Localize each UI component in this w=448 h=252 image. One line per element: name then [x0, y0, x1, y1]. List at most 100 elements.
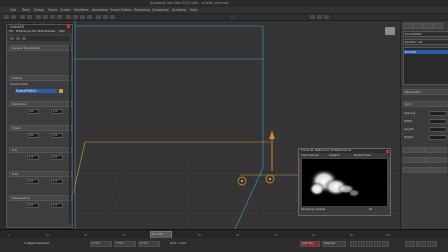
menu-graph-editors[interactable]: Graph Editors	[110, 8, 132, 12]
orbit-icon[interactable]	[427, 241, 437, 247]
selected-item[interactable]: FumeFX001	[15, 89, 57, 93]
material-editor-icon[interactable]	[96, 15, 101, 19]
cmd-section-grid[interactable]: Grid	[403, 101, 448, 107]
y-field[interactable]: Y: 0.0	[114, 241, 136, 247]
motion-tab-icon[interactable]	[433, 23, 443, 29]
undo-icon[interactable]	[4, 15, 9, 19]
named-selection-field[interactable]	[230, 15, 235, 19]
z-field[interactable]: Z: 0.0	[138, 241, 160, 247]
cmd-button-4[interactable]	[425, 157, 447, 163]
param-field-7[interactable]: 0.0	[27, 179, 39, 184]
section-temperature[interactable]: Temperature	[9, 195, 72, 201]
param-field-8[interactable]: 1.0	[51, 179, 63, 184]
zoom-icon[interactable]	[405, 241, 415, 247]
fumefx-menu-file[interactable]: File	[9, 30, 13, 34]
render-icon[interactable]	[110, 15, 115, 19]
param-field-3[interactable]: 0.0	[27, 133, 39, 138]
layer-icon[interactable]	[310, 15, 315, 19]
menu-rendering[interactable]: Rendering	[134, 8, 150, 12]
move-icon[interactable]	[43, 15, 48, 19]
section-fuel[interactable]: Fuel	[9, 171, 72, 177]
cmd-section-grid-label: Grid	[405, 102, 411, 106]
snap-icon[interactable]	[66, 15, 71, 19]
preview-icon[interactable]	[22, 37, 26, 40]
curve-editor-icon[interactable]	[317, 15, 322, 19]
modifier-stack-item[interactable]: FumeFX	[404, 50, 448, 54]
menu-views[interactable]: Views	[48, 8, 57, 12]
play-icon[interactable]	[366, 241, 373, 247]
spacing-field[interactable]	[429, 111, 447, 116]
modifier-stack[interactable]: FumeFX	[403, 47, 448, 85]
menu-customize[interactable]: Customize	[152, 8, 169, 12]
mirror-icon[interactable]	[80, 15, 85, 19]
next-frame-icon[interactable]	[374, 241, 381, 247]
hierarchy-tab-icon[interactable]	[423, 23, 433, 29]
param-field-10[interactable]: 1.0	[51, 203, 63, 208]
param-field-4[interactable]: 0.5	[51, 133, 63, 138]
render-preset-dropdown[interactable]: Render Preset	[354, 154, 371, 158]
cmd-button-2[interactable]	[425, 147, 447, 153]
object-name-field[interactable]: FumeFX001	[403, 31, 448, 37]
fumefx-menu-sim-mode[interactable]: Sim Mode	[32, 30, 45, 34]
menu-scripting[interactable]: Scripting	[172, 8, 186, 12]
menu-modifiers[interactable]: Modifiers	[74, 8, 89, 12]
unlink-icon[interactable]	[27, 15, 32, 19]
menu-help[interactable]: Help	[190, 8, 197, 12]
modify-tab-icon[interactable]	[413, 23, 423, 29]
section-output[interactable]: Output	[9, 75, 72, 81]
menu-animation[interactable]: Animation	[92, 8, 108, 12]
time-slider-label: 40 / 100	[152, 233, 163, 236]
param-field-2[interactable]: 1.0	[51, 109, 63, 114]
cmd-section-parameters[interactable]: Parameters	[403, 89, 448, 95]
width-field[interactable]	[429, 119, 447, 124]
menu-create[interactable]: Create	[60, 8, 71, 12]
angle-snap-icon[interactable]	[73, 15, 78, 19]
param-field-9[interactable]: 0.0	[27, 203, 39, 208]
go-to-start-icon[interactable]	[350, 241, 357, 247]
output-path-label: Output Path	[10, 82, 28, 86]
x-field[interactable]: X: 0.0	[90, 241, 112, 247]
panel-scrollbar[interactable]	[69, 45, 71, 223]
section-simulation[interactable]: Simulation	[9, 101, 72, 107]
schematic-icon[interactable]	[324, 15, 329, 19]
section-simulation-label: Simulation	[12, 102, 27, 106]
fumefx-menu-preferences[interactable]: Preferences	[16, 30, 31, 34]
viewport-dropdown[interactable]: Viewport	[329, 154, 340, 158]
redo-icon[interactable]	[11, 15, 16, 19]
param-field-1[interactable]: 0.0	[27, 109, 39, 114]
fumefx-menu-preview[interactable]: Preview	[45, 30, 55, 34]
rotate-icon[interactable]	[50, 15, 55, 19]
area-to-render-dropdown[interactable]: Area to Render	[301, 154, 319, 158]
length-field[interactable]	[429, 127, 447, 132]
render-setup-icon[interactable]	[103, 15, 108, 19]
cmd-button-3[interactable]	[403, 157, 425, 163]
key-filter-dropdown[interactable]: Selected	[322, 241, 346, 247]
go-to-end-icon[interactable]	[382, 241, 389, 247]
start-sim-icon[interactable]	[10, 37, 14, 40]
cmd-button-5[interactable]	[403, 167, 447, 173]
menu-tools[interactable]: Tools	[22, 8, 30, 12]
section-output-label: Output	[12, 76, 22, 80]
close-icon[interactable]	[67, 25, 70, 28]
height-field[interactable]	[429, 135, 447, 140]
stop-sim-icon[interactable]	[16, 37, 20, 40]
scale-icon[interactable]	[57, 15, 62, 19]
auto-key-button[interactable]: Auto Key	[300, 241, 320, 247]
align-icon[interactable]	[87, 15, 92, 19]
menu-group[interactable]: Group	[34, 8, 44, 12]
prev-frame-icon[interactable]	[358, 241, 365, 247]
modifier-list-dropdown[interactable]: Modifier List	[403, 39, 448, 45]
pick-icon[interactable]	[59, 89, 63, 93]
pan-icon[interactable]	[416, 241, 426, 247]
select-icon[interactable]	[36, 15, 41, 19]
section-smoke[interactable]: Smoke	[9, 125, 72, 131]
cmd-button-1[interactable]	[403, 147, 425, 153]
param-field-5[interactable]: 1.0	[27, 155, 39, 160]
param-field-6[interactable]: 2.0	[51, 155, 63, 160]
section-fire[interactable]: Fire	[9, 147, 72, 153]
section-general[interactable]: General Parameters	[9, 45, 72, 51]
fumefx-menu-help[interactable]: Help	[59, 30, 65, 34]
menu-edit[interactable]: Edit	[10, 8, 16, 12]
link-icon[interactable]	[20, 15, 25, 19]
create-tab-icon[interactable]	[403, 23, 413, 29]
